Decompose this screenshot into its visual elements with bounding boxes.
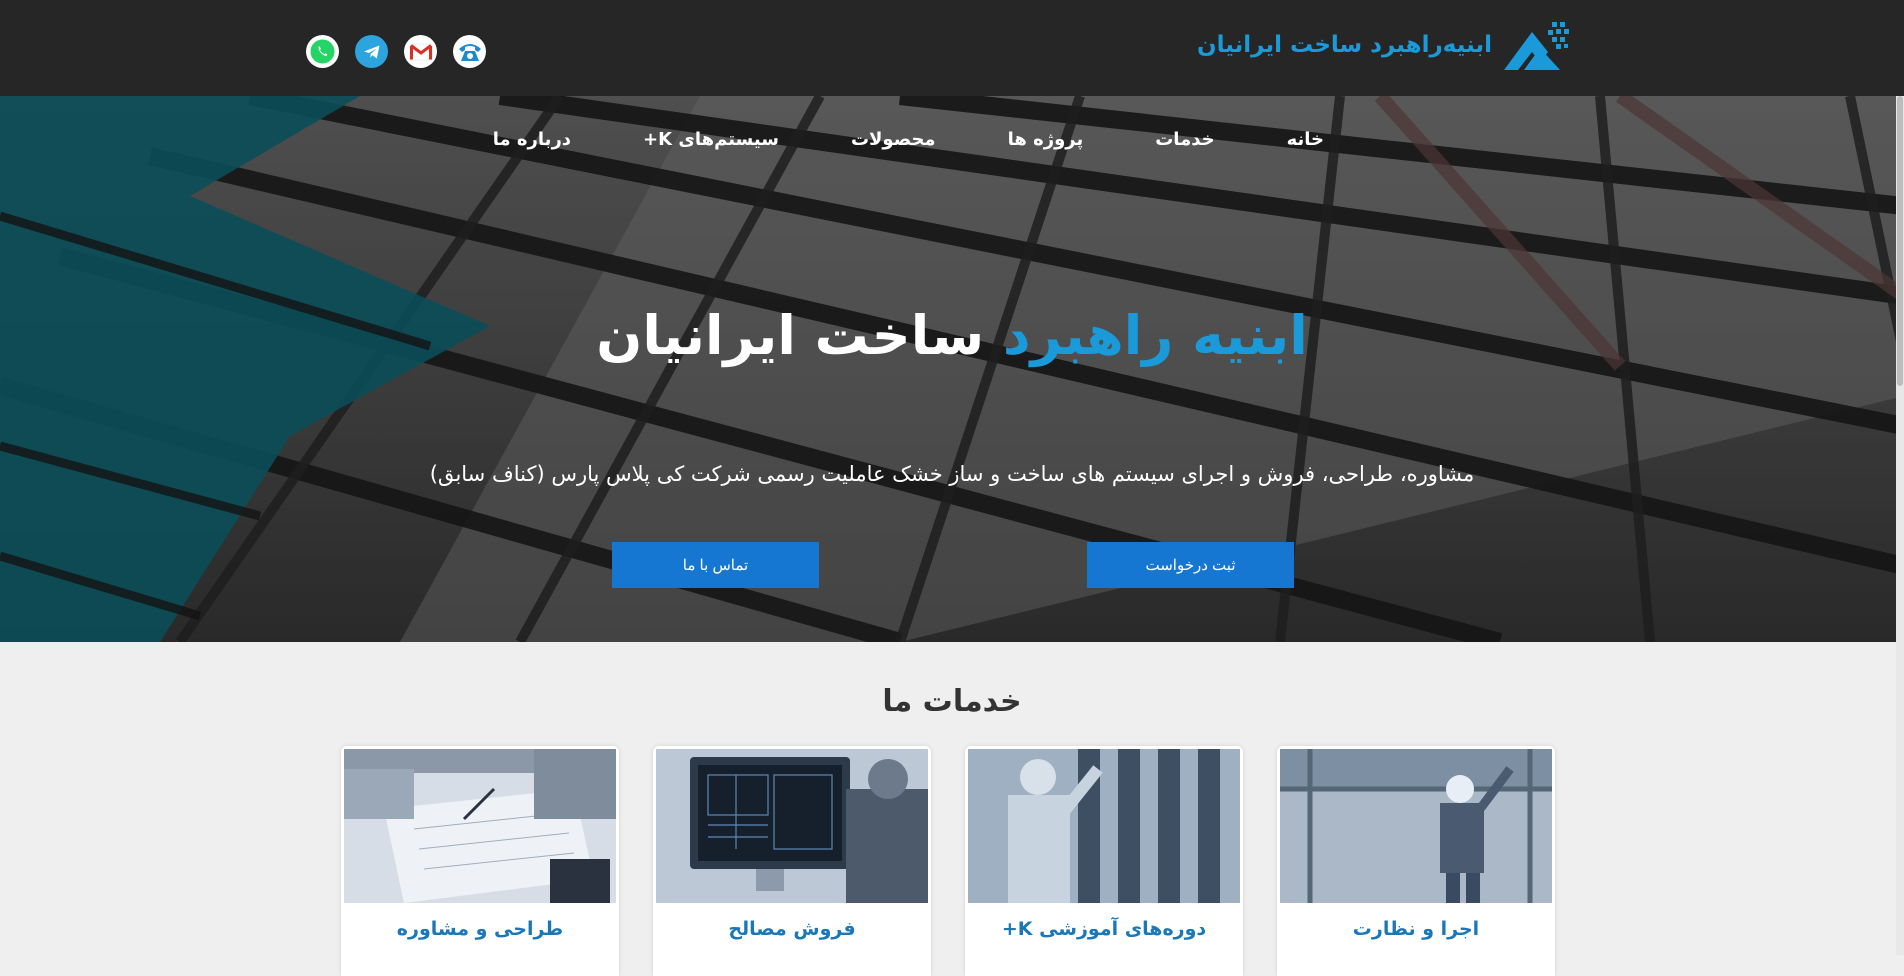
service-title-execution: اجرا و نظارت <box>1352 918 1480 940</box>
brand-name: ابنیه‌راهبرد ساخت ایرانیان <box>1196 32 1492 58</box>
request-button[interactable]: ثبت درخواست <box>1087 542 1294 588</box>
service-card-training[interactable]: دوره‌های آموزشی K+ <box>965 746 1243 976</box>
scrollbar-thumb[interactable] <box>1897 96 1903 386</box>
whatsapp-button[interactable] <box>306 35 339 68</box>
services-title: خدمات ما <box>882 684 1022 719</box>
nav-item-projects[interactable]: پروژه ها <box>1008 129 1084 150</box>
telegram-icon <box>363 45 379 58</box>
nav-item-products[interactable]: محصولات <box>851 129 936 150</box>
phone-button[interactable] <box>453 35 486 68</box>
nav-item-services[interactable]: خدمات <box>1155 129 1214 150</box>
services-section: خدمات ما اجرا و نظارت <box>0 642 1904 976</box>
page-scrollbar[interactable] <box>1896 96 1904 955</box>
hero-title: ابنیه راهبرد ساخت ایرانیان <box>0 304 1904 367</box>
gmail-button[interactable] <box>404 35 437 68</box>
service-title-design: طراحی و مشاوره <box>396 918 564 940</box>
phone-icon <box>458 43 481 61</box>
whatsapp-icon <box>310 39 335 64</box>
service-image-execution <box>1280 749 1552 903</box>
gmail-icon <box>409 43 432 60</box>
service-title-materials: فروش مصالح <box>728 918 856 940</box>
logo-icon <box>1504 22 1569 70</box>
hero-section: خانه خدمات پروژه ها محصولات سیستم‌های K+… <box>0 96 1904 642</box>
service-title-training: دوره‌های آموزشی K+ <box>1001 918 1207 940</box>
nav-item-home[interactable]: خانه <box>1287 129 1324 150</box>
service-card-execution[interactable]: اجرا و نظارت <box>1277 746 1555 976</box>
main-nav: خانه خدمات پروژه ها محصولات سیستم‌های K+… <box>493 129 1324 150</box>
hero-overlay <box>0 96 1904 642</box>
service-image-design <box>344 749 616 903</box>
service-image-training <box>968 749 1240 903</box>
hero-subtitle: مشاوره، طراحی، فروش و اجرای سیستم های سا… <box>429 462 1475 486</box>
telegram-button[interactable] <box>355 35 388 68</box>
hero-title-rest: ساخت ایرانیان <box>596 304 985 367</box>
service-image-materials <box>656 749 928 903</box>
nav-item-kplus-systems[interactable]: سیستم‌های K+ <box>643 129 779 150</box>
contact-button[interactable]: تماس با ما <box>612 542 819 588</box>
site-header: ابنیه‌راهبرد ساخت ایرانیان <box>0 0 1904 96</box>
service-card-materials[interactable]: فروش مصالح <box>653 746 931 976</box>
social-links <box>306 35 486 68</box>
service-card-design[interactable]: طراحی و مشاوره <box>341 746 619 976</box>
hero-title-accent: ابنیه راهبرد <box>1002 304 1308 367</box>
nav-item-about[interactable]: درباره ما <box>493 129 571 150</box>
brand[interactable]: ابنیه‌راهبرد ساخت ایرانیان <box>1197 18 1572 72</box>
